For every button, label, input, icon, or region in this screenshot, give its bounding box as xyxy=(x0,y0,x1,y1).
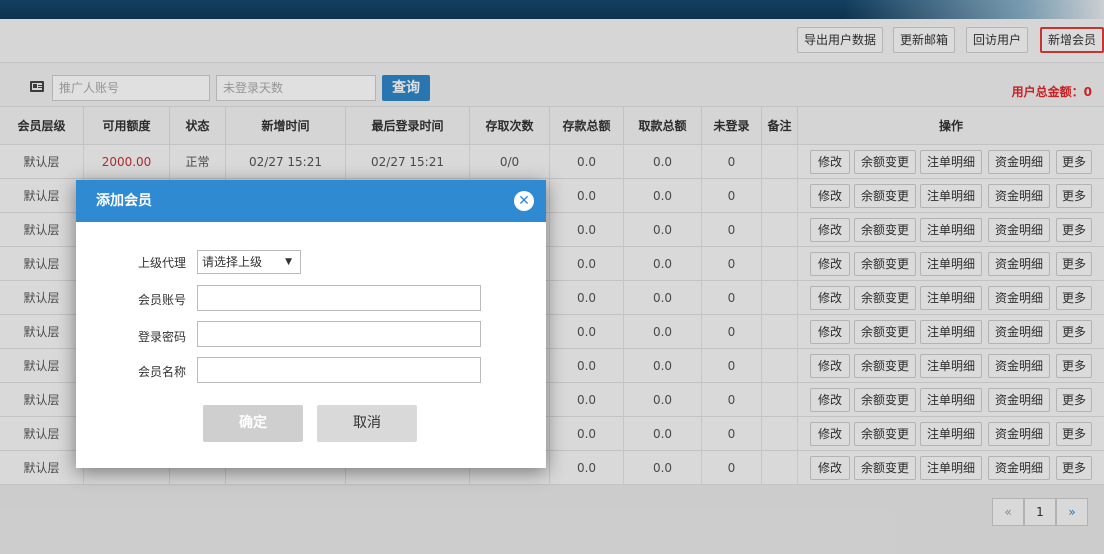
login-password-label: 登录密码 xyxy=(137,330,186,344)
member-account-input[interactable] xyxy=(197,285,481,311)
confirm-button[interactable]: 确定 xyxy=(203,405,303,442)
parent-agent-label: 上级代理 xyxy=(137,256,186,270)
cancel-button[interactable]: 取消 xyxy=(317,405,417,442)
login-password-input[interactable] xyxy=(197,321,481,347)
caret-down-icon: ▼ xyxy=(285,257,292,267)
member-name-input[interactable] xyxy=(197,357,481,383)
close-icon[interactable]: ✕ xyxy=(514,191,534,211)
dialog-title: 添加会员 xyxy=(96,193,152,209)
add-member-dialog: 添加会员 ✕ 上级代理 请选择上级 ▼ 会员账号 登录密码 会员名称 确定 取消 xyxy=(76,180,546,468)
parent-agent-select-value: 请选择上级 xyxy=(202,255,263,269)
parent-agent-select[interactable]: 请选择上级 ▼ xyxy=(197,250,301,274)
member-account-label: 会员账号 xyxy=(137,293,186,307)
dialog-header: 添加会员 ✕ xyxy=(76,180,546,222)
member-name-label: 会员名称 xyxy=(137,365,186,379)
